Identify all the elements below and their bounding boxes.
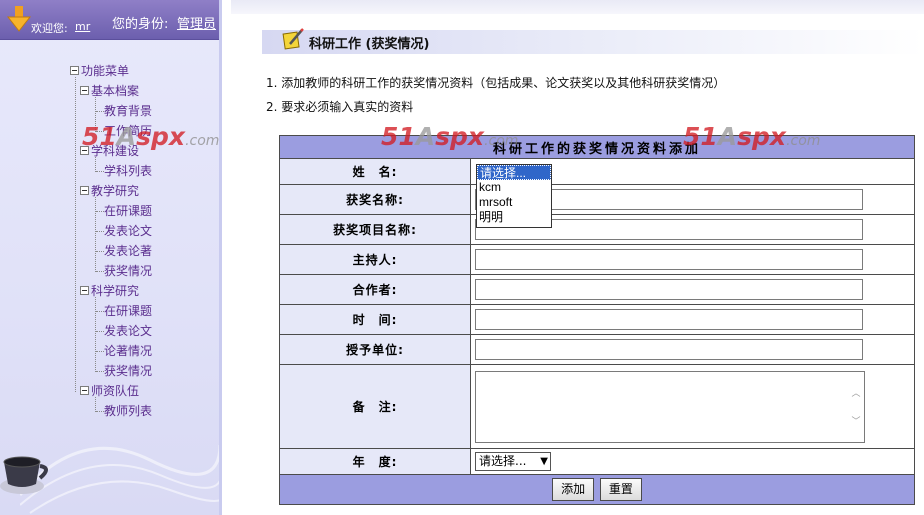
host-input[interactable] [475,249,863,270]
form-actions: 添加 重置 [279,474,915,505]
tree-item-discipline-list[interactable]: 学科列表 [104,163,152,179]
reset-button[interactable]: 重置 [599,478,642,501]
unit-input[interactable] [475,339,863,360]
tree-item-research-papers[interactable]: 发表论文 [104,323,152,339]
award-form-table: 科研工作的获奖情况资料添加 姓 名: 获奖名称: 获奖项目名称: 主持人: 合作… [279,135,915,505]
tree-root[interactable]: 功能菜单 [70,63,129,79]
collapse-icon[interactable] [80,286,89,295]
add-button[interactable]: 添加 [552,478,595,501]
tree-connector [95,397,96,412]
tree-item-research-awards[interactable]: 获奖情况 [104,363,152,379]
tree-connector [96,251,104,252]
tree-connector [75,77,76,392]
tree-item-teaching-papers[interactable]: 发表论文 [104,223,152,239]
form-row-award-name: 获奖名称: [279,184,915,215]
chevron-down-icon: ▼ [540,456,548,467]
tree-item-research-projects[interactable]: 在研课题 [104,303,152,319]
tree-connector [96,411,104,412]
note-1: 1. 添加教师的科研工作的获奖情况资料（包括成果、论文获奖以及其他科研获奖情况） [266,76,726,90]
unit-label: 授予单位: [279,334,471,365]
sidebar-top-bar: 欢迎您: mr 您的身份: 管理员 [0,0,219,40]
tree-item-teaching-awards[interactable]: 获奖情况 [104,263,152,279]
tree-group-teaching-research[interactable]: 教学研究 [80,183,139,199]
tree-connector [96,211,104,212]
collapse-icon[interactable] [80,186,89,195]
tree-connector [96,231,104,232]
tree-item-teacher-list[interactable]: 教师列表 [104,403,152,419]
tree-group-faculty[interactable]: 师资队伍 [80,383,139,399]
collapse-icon[interactable] [80,386,89,395]
tree-connector [96,371,104,372]
form-footer-row: 添加 重置 [279,474,915,505]
form-row-project-name: 获奖项目名称: [279,214,915,245]
scroll-down-icon[interactable]: ﹀ [851,417,861,426]
time-label: 时 间: [279,304,471,335]
tree-connector [96,271,104,272]
tree-group-discipline[interactable]: 学科建设 [80,143,139,159]
page-title: 科研工作 (获奖情况) [309,37,430,52]
form-row-partner: 合作者: [279,274,915,305]
form-row-year: 年 度: 请选择... ▼ [279,448,915,475]
project-name-label: 获奖项目名称: [279,214,471,245]
partner-label: 合作者: [279,274,471,305]
name-option[interactable]: 请选择... [477,165,551,180]
collapse-icon[interactable] [80,86,89,95]
tree-connector [96,311,104,312]
note-2: 2. 要求必须输入真实的资料 [266,100,414,114]
tree-group-scientific-research[interactable]: 科学研究 [80,283,139,299]
remark-textarea[interactable]: ︿ ﹀ [475,370,865,443]
name-option[interactable]: kcm [477,180,551,195]
tree-connector [96,131,104,132]
role-link[interactable]: 管理员 [177,13,216,32]
host-label: 主持人: [279,244,471,275]
tree-group-basic-archive[interactable]: 基本档案 [80,83,139,99]
form-row-name: 姓 名: [279,158,915,185]
tree-connector [96,331,104,332]
tree-connector [96,171,104,172]
coffee-cup-image [0,456,48,494]
down-arrow-icon [6,6,32,32]
year-label: 年 度: [279,448,471,475]
remark-label: 备 注: [279,364,471,449]
identity-label: 您的身份: [112,17,169,32]
main-content: 科研工作 (获奖情况) 1. 添加教师的科研工作的获奖情况资料（包括成果、论文获… [231,0,924,515]
sidebar: 欢迎您: mr 您的身份: 管理员 功能菜单 基本档案 教育背景 工作简历 学科… [0,0,222,515]
form-row-unit: 授予单位: [279,334,915,365]
tree-connector [95,197,96,272]
form-caption: 科研工作的获奖情况资料添加 [279,135,915,159]
collapse-icon[interactable] [70,66,79,75]
time-input[interactable] [475,309,863,330]
tree-item-teaching-books[interactable]: 发表论著 [104,243,152,259]
collapse-icon[interactable] [80,146,89,155]
form-row-remark: 备 注: ︿ ﹀ [279,364,915,449]
current-user-link[interactable]: mr [75,20,90,33]
name-label: 姓 名: [279,158,471,185]
top-band [231,0,924,14]
welcome-label: 欢迎您: [31,22,68,35]
tree-item-research-books[interactable]: 论著情况 [104,343,152,359]
partner-input[interactable] [475,279,863,300]
tree-connector [96,111,104,112]
tree-connector [96,351,104,352]
year-select[interactable]: 请选择... ▼ [475,452,551,471]
tree-connector [95,297,96,372]
name-option[interactable]: 明明 [477,210,551,225]
tree-item-work-resume[interactable]: 工作简历 [104,123,152,139]
tree-connector [95,97,96,132]
tree-item-education-background[interactable]: 教育背景 [104,103,152,119]
name-select-dropdown[interactable]: 请选择... kcm mrsoft 明明 [476,164,552,228]
tree-item-teaching-projects[interactable]: 在研课题 [104,203,152,219]
form-caption-row: 科研工作的获奖情况资料添加 [279,135,915,159]
tree-connector [95,157,96,172]
form-row-time: 时 间: [279,304,915,335]
scroll-up-icon[interactable]: ︿ [851,389,861,398]
notepad-pencil-icon [282,28,304,50]
name-option[interactable]: mrsoft [477,195,551,210]
award-name-label: 获奖名称: [279,184,471,215]
form-row-host: 主持人: [279,244,915,275]
page-header: 科研工作 (获奖情况) [262,28,924,54]
